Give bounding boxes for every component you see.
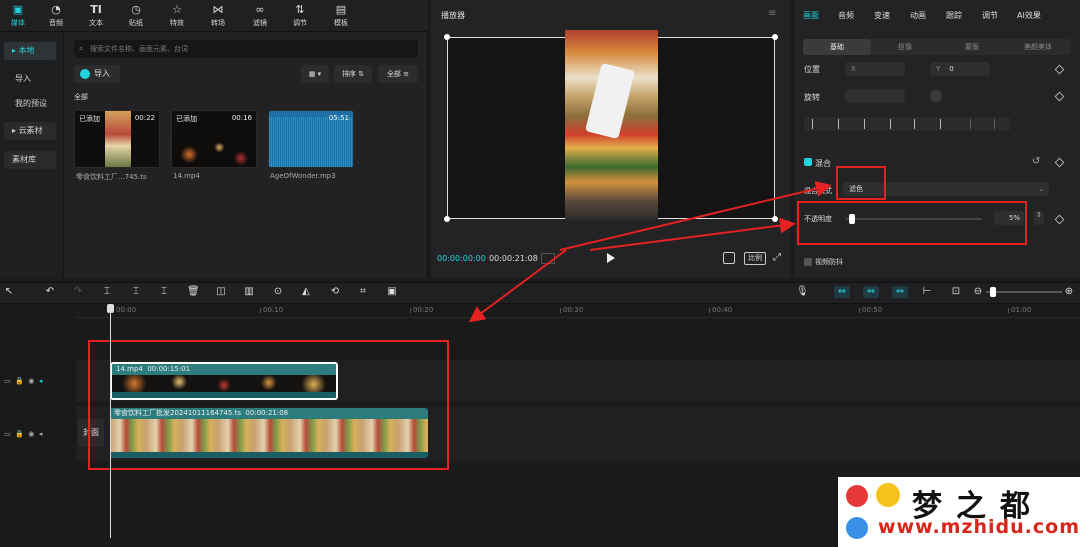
annotation-arrow (468, 249, 567, 323)
watermark-url: www.mzhidu.com (878, 516, 1080, 538)
annotation-arrow (559, 181, 832, 251)
annotation-arrow (589, 217, 796, 251)
logo-face-blue (846, 517, 868, 539)
annotation-arrows (468, 181, 832, 323)
playhead[interactable] (110, 308, 111, 538)
logo-face-yellow (876, 483, 900, 507)
logo-face-red (846, 485, 868, 507)
